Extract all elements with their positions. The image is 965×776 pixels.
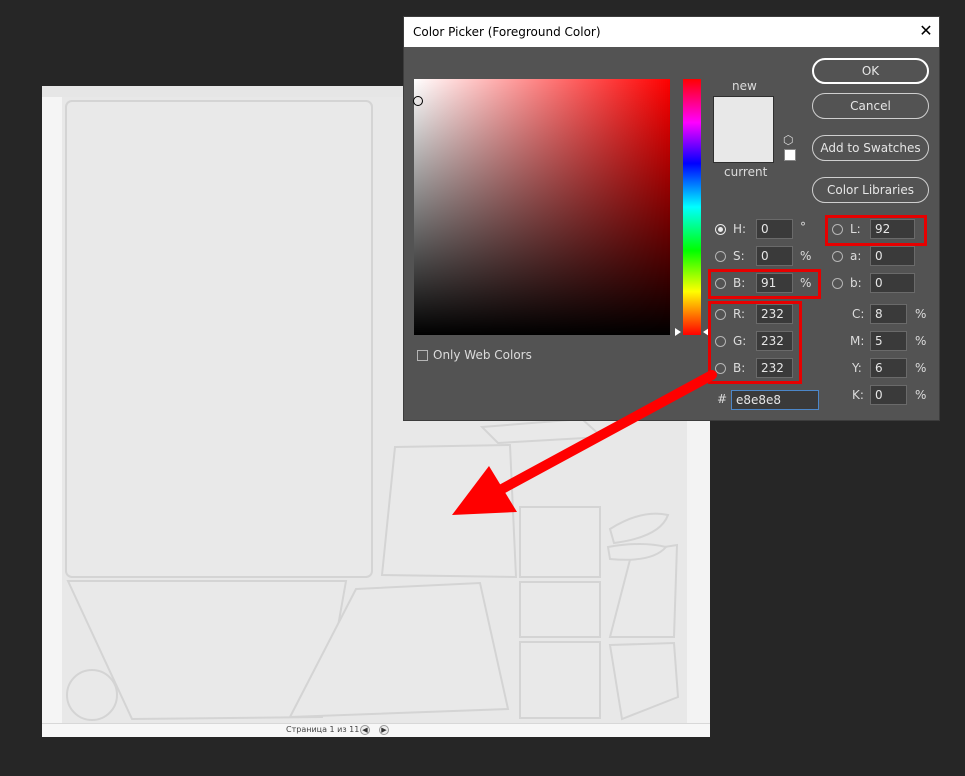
annotation-arrow <box>452 370 717 515</box>
annotation-arrow-shaft <box>497 370 717 494</box>
